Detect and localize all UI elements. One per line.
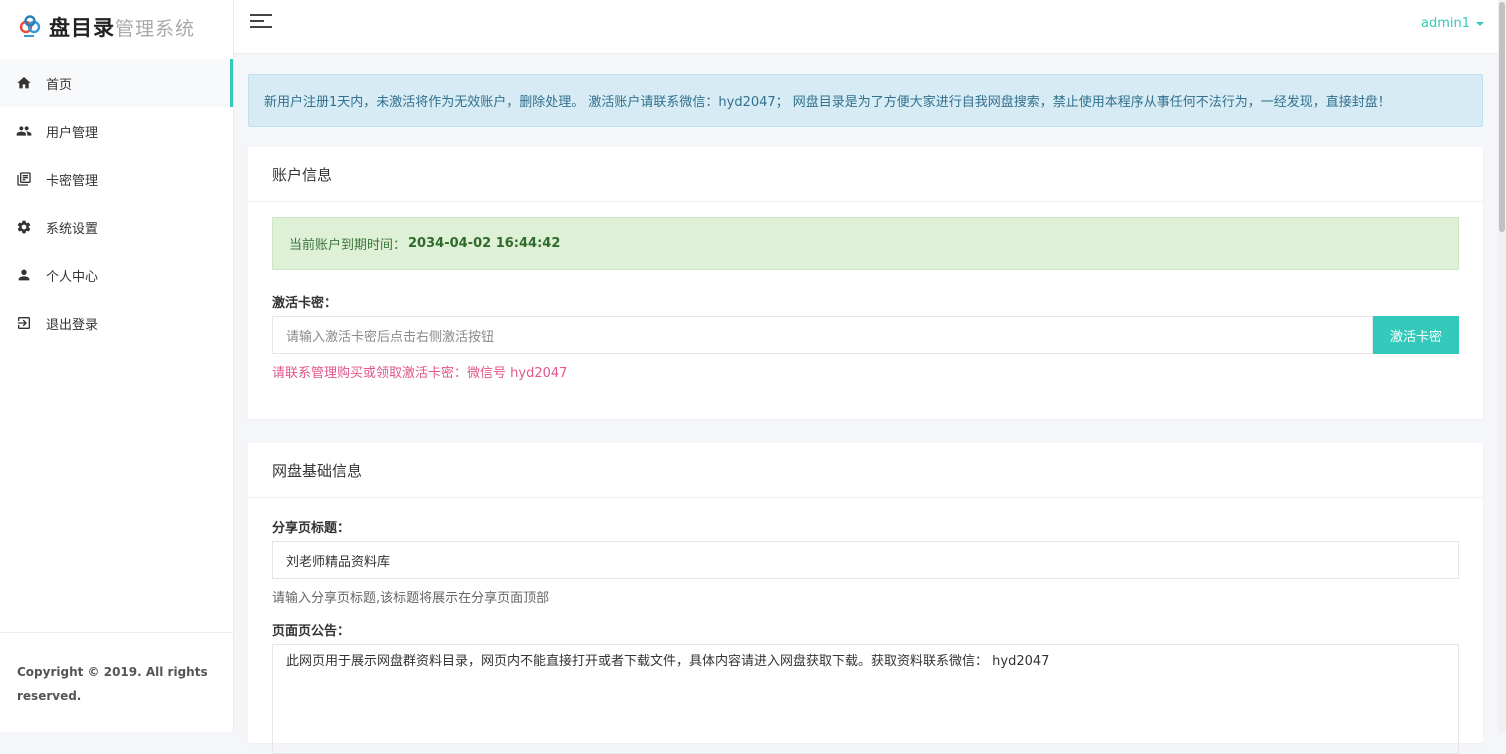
scrollbar-thumb[interactable] [1499,2,1505,232]
netdisk-info-title: 网盘基础信息 [248,443,1483,498]
gear-icon [16,219,32,235]
sidebar-item-label: 退出登录 [46,317,99,333]
share-title-input[interactable]: 刘老师精品资料库 [272,541,1459,579]
page-notice-textarea[interactable]: 此网页用于展示网盘群资料目录，网页内不能直接打开或者下载文件，具体内容请进入网盘… [272,644,1459,754]
brand-name: 盘目录 [49,16,115,40]
sidebar-item-profile[interactable]: 个人中心 [0,251,233,299]
brand-logo-icon [17,14,43,40]
person-icon [16,267,32,283]
sidebar-item-cards[interactable]: 卡密管理 [0,155,233,203]
activation-input-group: 请输入激活卡密后点击右侧激活按钮 激活卡密 [272,316,1459,354]
sidebar-item-home[interactable]: 首页 [0,59,233,107]
sidebar-item-label: 系统设置 [46,221,99,237]
sidebar-copyright: Copyright © 2019. All rights reserved. [0,632,233,732]
sidebar-item-users[interactable]: 用户管理 [0,107,233,155]
brand-subtitle: 管理系统 [115,17,196,40]
activation-help-text: 请联系管理购买或领取激活卡密：微信号 hyd2047 [272,366,568,381]
page-notice-label: 页面页公告： [272,624,351,639]
sidebar-item-label: 卡密管理 [46,173,99,189]
users-icon [16,123,32,139]
top-header: admin1 [234,0,1506,54]
chevron-down-icon [1476,21,1484,26]
expiry-alert: 当前账户到期时间： 2034-04-02 16:44:42 [272,217,1459,270]
cards-icon [16,171,32,187]
sidebar-item-settings[interactable]: 系统设置 [0,203,233,251]
user-menu[interactable]: admin1 [1421,16,1484,31]
activation-card-input[interactable]: 请输入激活卡密后点击右侧激活按钮 [272,316,1373,354]
expiry-value: 2034-04-02 16:44:42 [408,236,561,251]
sidebar-item-label: 首页 [46,77,73,93]
activate-card-button[interactable]: 激活卡密 [1373,316,1459,354]
system-notice: 新用户注册1天内，未激活将作为无效账户，删除处理。 激活账户请联系微信：hyd2… [248,74,1483,127]
account-info-title: 账户信息 [248,147,1483,202]
share-title-label: 分享页标题： [272,521,351,536]
account-info-card: 账户信息 当前账户到期时间： 2034-04-02 16:44:42 激活卡密：… [248,147,1483,419]
netdisk-info-card: 网盘基础信息 分享页标题： 刘老师精品资料库 请输入分享页标题,该标题将展示在分… [248,443,1483,754]
sidebar: 盘目录 管理系统 首页 用户管理 卡密管理 系统设置 个人中心 退出登录 Cop… [0,0,234,732]
sidebar-item-label: 用户管理 [46,125,99,141]
brand[interactable]: 盘目录 管理系统 [0,0,233,54]
page-scrollbar[interactable] [1498,0,1506,732]
home-icon [16,75,32,91]
logout-icon [16,315,32,331]
sidebar-item-logout[interactable]: 退出登录 [0,299,233,347]
sidebar-item-label: 个人中心 [46,269,99,285]
share-title-help: 请输入分享页标题,该标题将展示在分享页面顶部 [272,591,550,606]
activation-card-label: 激活卡密： [272,296,338,311]
sidebar-nav: 首页 用户管理 卡密管理 系统设置 个人中心 退出登录 [0,59,233,347]
user-name: admin1 [1420,16,1470,31]
expiry-label: 当前账户到期时间： [289,238,407,253]
menu-toggle-icon[interactable] [250,14,272,32]
